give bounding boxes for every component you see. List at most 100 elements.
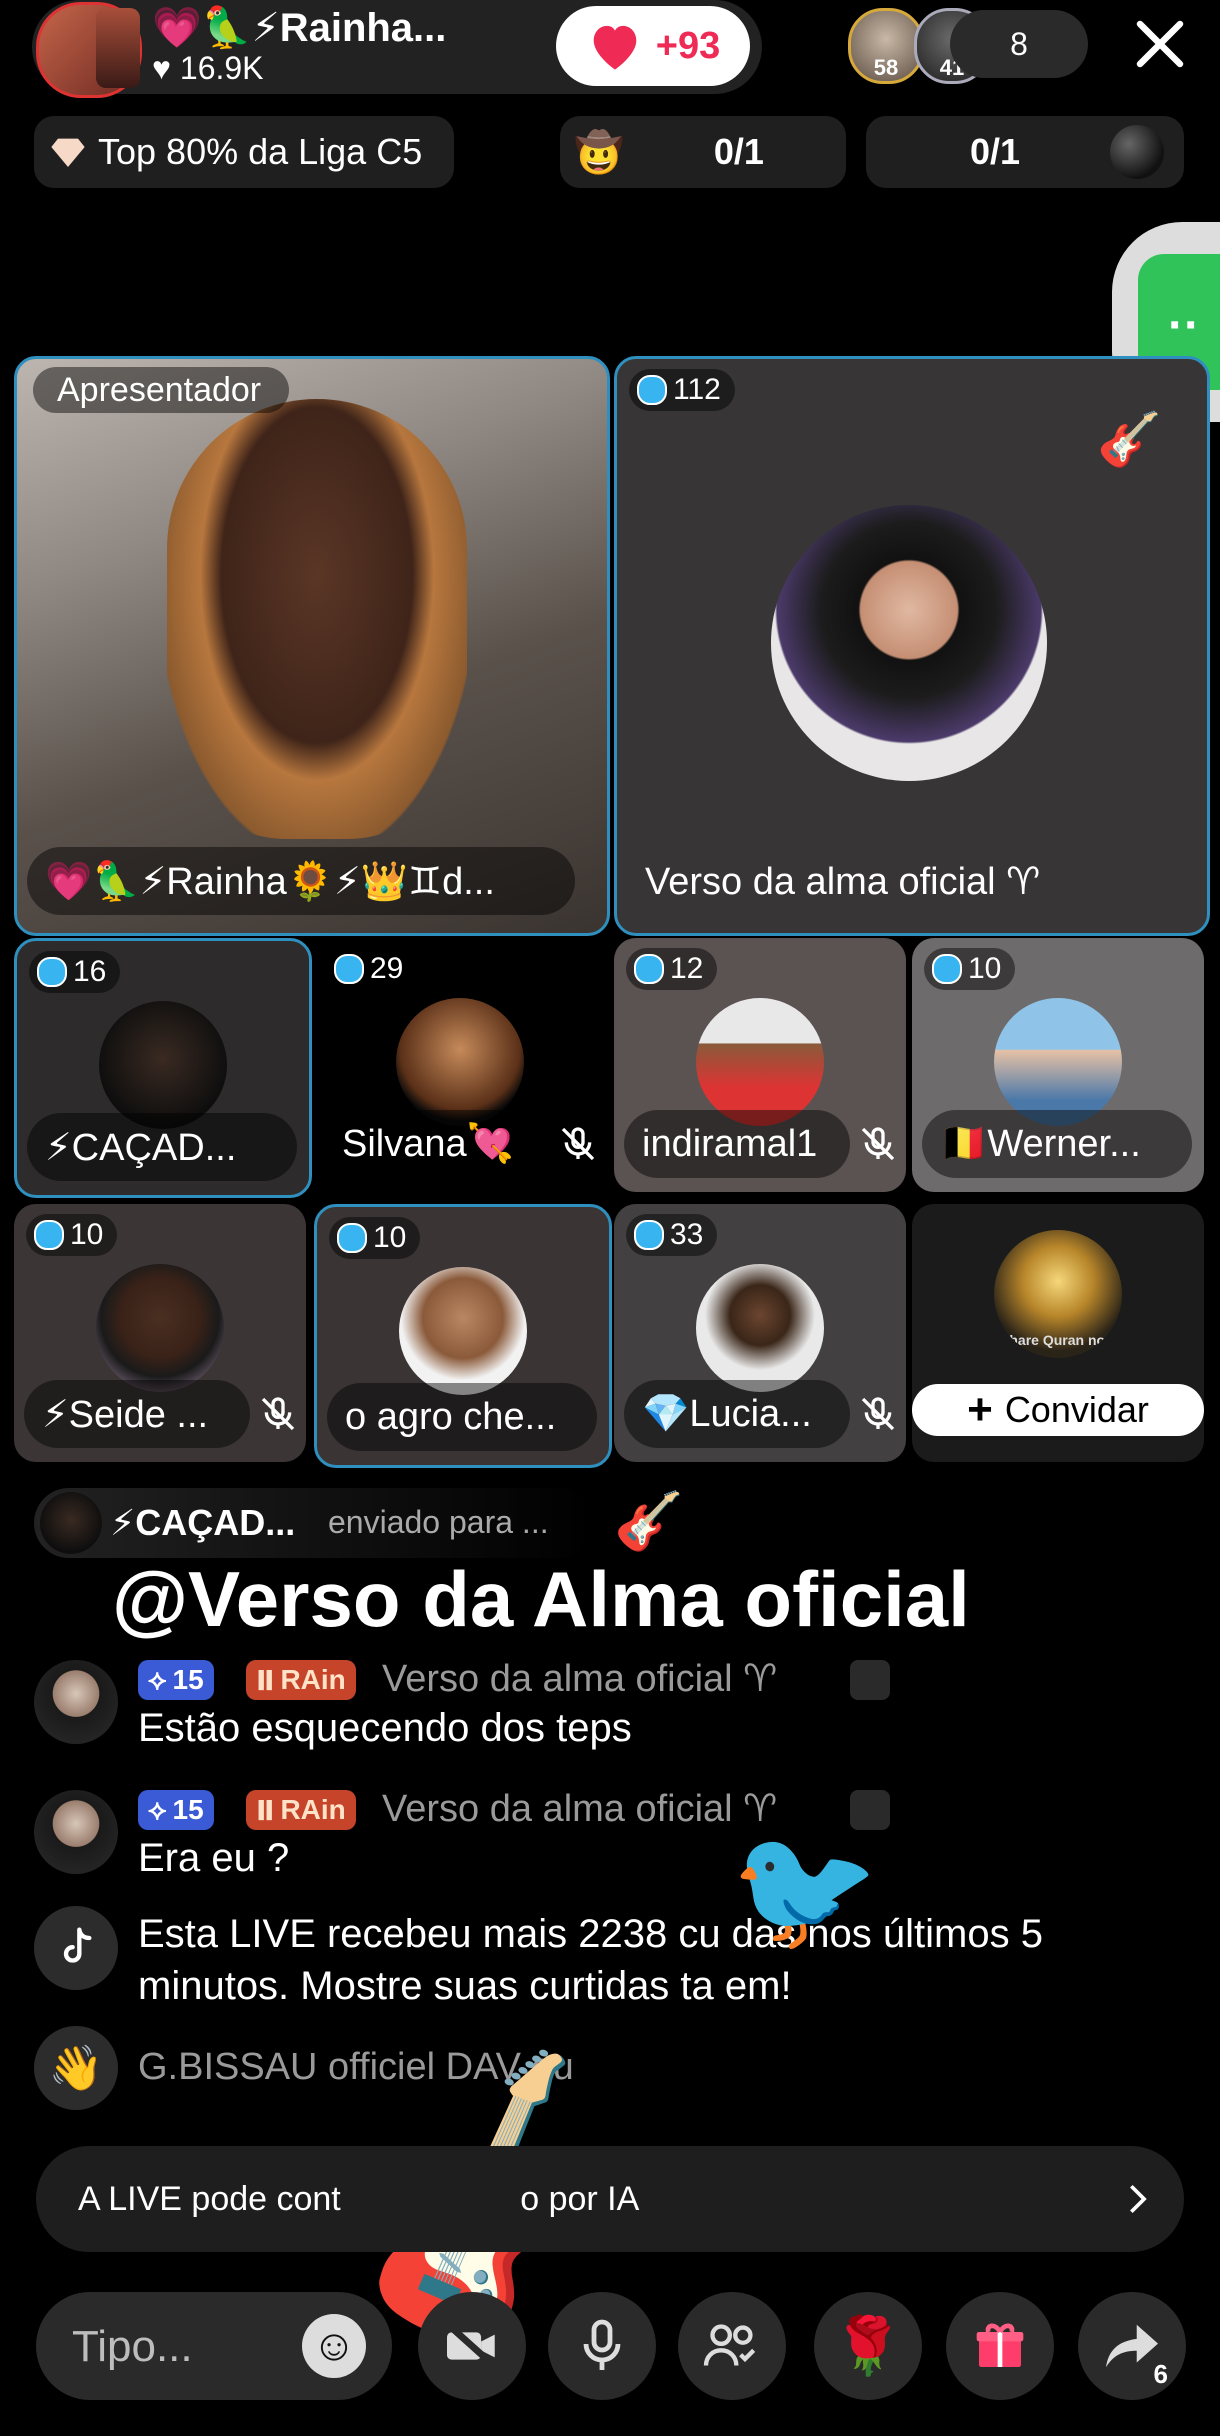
guest-tile[interactable]: 33 💎Lucia... (614, 1204, 906, 1462)
gem-icon (634, 954, 664, 984)
fan-club-icon: Ⅱ (256, 1664, 275, 1696)
top-viewer-avatar-1[interactable]: 58 (848, 8, 924, 84)
goal-1-progress: 0/1 (713, 131, 764, 172)
gem-icon (337, 1223, 367, 1253)
host-likes: ♥ 16.9K (152, 50, 264, 87)
bird-gift-icon: 🐦 (730, 1822, 880, 1956)
guest-badge: 16 (29, 951, 121, 993)
gem-icon (37, 957, 67, 987)
ai-banner-text: A LIVE pode cont o por IA (78, 2179, 640, 2218)
guest-avatar (396, 998, 524, 1126)
guest-avatar (96, 1264, 224, 1392)
guest-main-avatar (771, 505, 1047, 781)
invite-button[interactable]: + Convidar (912, 1384, 1204, 1436)
badge-value: 12 (670, 952, 704, 985)
close-icon[interactable] (1130, 14, 1190, 74)
badge-value: 112 (673, 373, 721, 406)
comment-placeholder: Tipo... (72, 2322, 193, 2371)
viewer-badge-1: 58 (873, 55, 899, 80)
guest-name: o agro che... (327, 1383, 597, 1451)
badge-value: 10 (373, 1221, 407, 1254)
tiktok-icon (34, 1906, 118, 1990)
share-button[interactable]: 6 (1078, 2292, 1186, 2400)
camera-off-icon (446, 2323, 498, 2369)
camera-off-button[interactable] (418, 2292, 526, 2400)
chat-avatar[interactable] (34, 1790, 118, 1874)
chat-text: Estão esquecendo dos teps (138, 1706, 632, 1750)
guest-tile[interactable]: 16 ⚡CAÇAD... (14, 938, 312, 1198)
mic-muted-icon (861, 1127, 895, 1161)
guest-name: indiramal1 (624, 1110, 850, 1178)
badge-value: 10 (968, 952, 1002, 985)
fan-club-icon: Ⅱ (256, 1794, 275, 1826)
gift-box-icon (976, 2323, 1024, 2367)
emoji-icon[interactable]: ☺ (302, 2314, 366, 2378)
badge-value: 33 (670, 1218, 704, 1251)
badge-value: 16 (73, 955, 107, 988)
mic-muted-icon (561, 1127, 595, 1161)
guest-tile[interactable]: 10 o agro che... (314, 1204, 612, 1468)
chat-avatar[interactable] (34, 1660, 118, 1744)
people-icon (703, 2324, 756, 2366)
follow-user-icon[interactable] (850, 1660, 890, 1700)
invite-tile[interactable]: Share Quran now + Convidar (912, 1204, 1204, 1462)
guest-badge: 29 (326, 948, 418, 990)
gem-icon (634, 1220, 664, 1250)
guest-name: 🇧🇪Werner... (922, 1110, 1192, 1178)
gift-button[interactable] (946, 2292, 1054, 2400)
comment-input[interactable]: Tipo... ☺ (36, 2292, 392, 2400)
goal-chip-2[interactable]: 0/1 (866, 116, 1184, 188)
host-secondary-avatar (96, 8, 140, 88)
guest-badge: 10 (924, 948, 1016, 990)
guest-name: ⚡Seide ... (24, 1380, 250, 1448)
like-button[interactable]: +93 (556, 6, 750, 86)
gem-level-icon: ⟡ (148, 1663, 167, 1695)
league-chip[interactable]: Top 80% da Liga C5 (34, 116, 454, 188)
chevron-right-icon (1130, 2184, 1147, 2214)
chat-text: Era eu ? (138, 1836, 290, 1880)
guest-badge: 33 (626, 1214, 718, 1256)
badge-value: 29 (370, 952, 404, 985)
guest-name: ⚡CAÇAD... (27, 1113, 297, 1181)
chat-message: ⟡ 15 Ⅱ RAin Verso da alma oficial ♈ Estão … (34, 1658, 1194, 1760)
system-likes-message: Esta LIVE recebeu mais 2238 cu das nos ú… (138, 1912, 1043, 2008)
guest-avatar (399, 1267, 527, 1395)
guitar-gift-icon: 🎸 (614, 1489, 684, 1552)
ai-disclosure-banner[interactable]: A LIVE pode cont o por IA (36, 2146, 1184, 2252)
mic-muted-icon (261, 1397, 295, 1431)
guest-tile[interactable]: 12 indiramal1 (614, 938, 906, 1192)
invite-caption: Share Quran now (1000, 1332, 1116, 1348)
host-video-tile[interactable]: Apresentador 💗🦜⚡Rainha🌻⚡👑♊d... (14, 356, 610, 936)
guests-button[interactable] (678, 2292, 786, 2400)
level-badge: ⟡ 15 (138, 1790, 214, 1830)
chat-username[interactable]: Verso da alma oficial ♈ (382, 1786, 777, 1831)
guest-main-name: Verso da alma oficial ♈ (645, 860, 1041, 903)
guest-avatar (696, 1264, 824, 1392)
fan-badge: Ⅱ RAin (246, 1660, 356, 1700)
chat-username[interactable]: Verso da alma oficial ♈ (382, 1656, 777, 1701)
mic-muted-icon (861, 1397, 895, 1431)
goal-chip-1[interactable]: 🤠 0/1 (560, 116, 846, 188)
rose-gift-button[interactable]: 🌹 (814, 2292, 922, 2400)
gem-icon (334, 954, 364, 984)
guest-tile[interactable]: 10 ⚡Seide ... (14, 1204, 306, 1462)
invite-label: Convidar (1004, 1389, 1149, 1430)
host-tile-name: 💗🦜⚡Rainha🌻⚡👑♊d... (27, 847, 575, 915)
guest-tile[interactable]: 29 Silvana💘 (314, 938, 606, 1192)
guest-tile-main[interactable]: 112 🎸 Verso da alma oficial ♈ (614, 356, 1210, 936)
gem-icon (637, 375, 667, 405)
guest-badge: 10 (26, 1214, 118, 1256)
gift-notice-bar: ⚡CAÇAD... enviado para ... (34, 1488, 594, 1558)
plus-icon: + (967, 1385, 993, 1434)
invite-avatar: Share Quran now (994, 1230, 1122, 1358)
microphone-button[interactable] (548, 2292, 656, 2400)
chat-message: ⟡ 15 Ⅱ RAin Verso da alma oficial ♈ Era eu… (34, 1788, 1194, 1890)
guest-avatar (696, 998, 824, 1126)
orb-icon (1110, 125, 1165, 179)
share-count: 6 (1153, 2359, 1168, 2389)
goal-2-progress: 0/1 (970, 131, 1021, 172)
guest-tile[interactable]: 10 🇧🇪Werner... (912, 938, 1204, 1192)
guest-avatar (99, 1001, 227, 1129)
viewer-count[interactable]: 8 (950, 10, 1088, 78)
guest-avatar (994, 998, 1122, 1126)
